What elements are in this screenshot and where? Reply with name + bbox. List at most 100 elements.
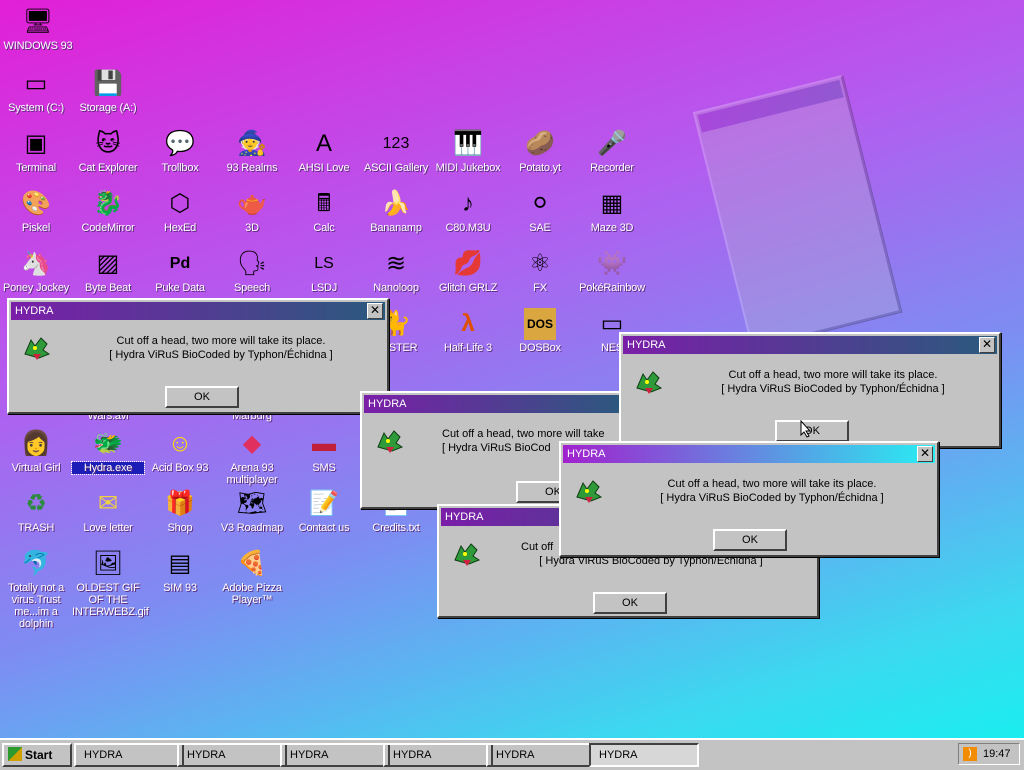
desktop-icon-nanoloop[interactable]: ≋ Nanoloop (360, 248, 432, 294)
taskbar-item-hydra[interactable]: HYDRA (74, 743, 184, 767)
desktop-icon-3d[interactable]: 🫖 3D (216, 188, 288, 234)
desktop-icon-arena-93[interactable]: ◆ Arena 93 multiplayer (216, 428, 288, 486)
desktop-icon-acid-box-93[interactable]: ☺ Acid Box 93 (144, 428, 216, 474)
icon-label: Nanoloop (373, 282, 419, 294)
smiley-icon: ☺ (167, 430, 193, 457)
taskbar-item-hydra[interactable]: HYDRA (177, 743, 287, 767)
desktop-icon-oldest-gif[interactable]: 🖼 OLDEST GIF OF THE INTERWEBZ.gif (72, 548, 149, 618)
ok-button[interactable]: OK (775, 420, 849, 442)
ghost-titlebar (697, 79, 844, 133)
computer-icon: 🖥 (22, 8, 54, 35)
icon-label: C80.M3U (445, 222, 491, 234)
hydra-dialog-4[interactable]: HYDRA ✕ Cut off a head, two more will tak… (559, 441, 939, 557)
desktop-icon-recorder[interactable]: 🎤 Recorder (576, 128, 648, 174)
desktop-icon-dosbox[interactable]: DOS DOSBox (504, 308, 576, 354)
desktop-icon-pokerainbow[interactable]: 👾 PokéRainbow (576, 248, 648, 294)
icon-label: Adobe Pizza Player™ (222, 582, 282, 606)
desktop-icon-byte-beat[interactable]: ▨ Byte Beat (72, 248, 144, 294)
desktop-icon-adobe-pizza[interactable]: 🍕 Adobe Pizza Player™ (216, 548, 288, 606)
desktop-icon-ascii-gallery[interactable]: 123 ASCII Gallery (360, 128, 432, 174)
desktop-icon-dolphin[interactable]: 🐬 Totally not a virus.Trust me...im a dol… (0, 548, 72, 630)
message-line-1: Cut off a head, two more will take its p… (667, 478, 877, 490)
desktop-icon-contact-us[interactable]: 📝 Contact us (288, 488, 360, 534)
icon-label: Trollbox (161, 162, 199, 174)
desktop-icon-cat-explorer[interactable]: 🐱 Cat Explorer (72, 128, 144, 174)
banana-icon: 🍌 (381, 190, 411, 217)
hydra-dialog-1[interactable]: HYDRA ✕ Cut off a head, two more will tak… (7, 298, 389, 414)
icon-label: MIDI Jukebox (435, 162, 501, 174)
microphone-icon: 🎤 (597, 130, 627, 157)
dialog-titlebar[interactable]: HYDRA ✕ (623, 336, 997, 354)
desktop-icon-storage-a[interactable]: 💾 Storage (A:) (72, 68, 144, 114)
desktop-icon-potato-yt[interactable]: 🥔 Potato.yt (504, 128, 576, 174)
icon-label: Cat Explorer (78, 162, 138, 174)
desktop-icon-codemirror[interactable]: 🐉 CodeMirror (72, 188, 144, 234)
desktop-icon-puke-data[interactable]: Pd Puke Data (144, 248, 216, 294)
pony-icon: 🦄 (21, 250, 51, 277)
desktop-icon-93-realms[interactable]: 🧙 93 Realms (216, 128, 288, 174)
start-button[interactable]: Start (2, 743, 72, 767)
dialog-title: HYDRA (627, 339, 666, 351)
desktop-icon-shop[interactable]: 🎁 Shop (144, 488, 216, 534)
desktop-icon-maze-3d[interactable]: ▦ Maze 3D (576, 188, 648, 234)
desktop-icon-ahsi-love[interactable]: A AHSI Love (288, 128, 360, 174)
desktop-icon-v3-roadmap[interactable]: 🗺 V3 Roadmap (216, 488, 288, 534)
rss-icon[interactable]: ) (963, 747, 977, 761)
ok-button[interactable]: OK (713, 529, 787, 551)
envelope-icon: ✉ (97, 490, 119, 517)
teapot-icon: 🫖 (237, 190, 267, 217)
desktop-icon-fx[interactable]: ⚛ FX (504, 248, 576, 294)
ok-button[interactable]: OK (165, 386, 239, 408)
desktop-icon-system-c[interactable]: ▭ System (C:) (0, 68, 72, 114)
icon-label: WINDOWS 93 (3, 40, 73, 52)
desktop-icon-sae[interactable]: ⚪ SAE (504, 188, 576, 234)
map-icon: 🗺 (236, 490, 268, 517)
desktop-icon-glitch-grlz[interactable]: 💋 Glitch GRLZ (432, 248, 504, 294)
dialog-titlebar[interactable]: HYDRA ✕ (563, 445, 935, 463)
desktop-icon-hydra-exe[interactable]: 🐲 Hydra.exe (71, 428, 145, 475)
hydra-dragon-icon (377, 430, 404, 453)
ok-button[interactable]: OK (593, 592, 667, 614)
music-file-icon: ♪ (462, 190, 474, 217)
system-tray: ) 19:47 (958, 743, 1020, 765)
close-icon[interactable]: ✕ (917, 446, 933, 462)
desktop-icon-terminal[interactable]: ▣ Terminal (0, 128, 72, 174)
desktop-icon-poney-jockey[interactable]: 🦄 Poney Jockey (0, 248, 72, 294)
taskbar-item-hydra[interactable]: HYDRA (486, 743, 596, 767)
close-icon[interactable]: ✕ (367, 303, 383, 319)
message-line-2: [ Hydra ViRuS BioCoded by Typhon/Échidna… (109, 349, 333, 361)
dialog-titlebar[interactable]: HYDRA ✕ (11, 302, 385, 320)
atom-icon: ⚛ (529, 250, 551, 277)
desktop-icon-calc[interactable]: 🖩 Calc (288, 188, 360, 234)
desktop-icon-sim-93[interactable]: ▤ SIM 93 (144, 548, 216, 594)
desktop-icon-trollbox[interactable]: 💬 Trollbox (144, 128, 216, 174)
icon-label: FX (533, 282, 547, 294)
taskbar-item-hydra-active[interactable]: HYDRA (589, 743, 699, 767)
taskbar-item-hydra[interactable]: HYDRA (280, 743, 390, 767)
dialog-titlebar[interactable]: HYDRA (364, 395, 628, 413)
desktop-icon-hexed[interactable]: ⬡ HexEd (144, 188, 216, 234)
desktop-icon-piskel[interactable]: 🎨 Piskel (0, 188, 72, 234)
desktop-icon-love-letter[interactable]: ✉ Love letter (72, 488, 144, 534)
dialog-title: HYDRA (368, 398, 407, 410)
desktop-icon-trash[interactable]: ♻ TRASH (0, 488, 72, 534)
wizard-icon: 🧙 (237, 130, 267, 157)
palette-icon: 🎨 (21, 190, 51, 217)
close-icon[interactable]: ✕ (979, 337, 995, 353)
recycle-bin-icon: ♻ (25, 490, 47, 517)
desktop-icon-midi-jukebox[interactable]: 🎹 MIDI Jukebox (432, 128, 504, 174)
clock: 19:47 (983, 748, 1011, 760)
desktop-icon-bananamp[interactable]: 🍌 Bananamp (360, 188, 432, 234)
desktop-icon-sms[interactable]: ▬ SMS (288, 428, 360, 474)
desktop-icon-lsdj[interactable]: LS LSDJ (288, 248, 360, 294)
desktop-icon-virtual-girl[interactable]: 👩 Virtual Girl (0, 428, 72, 474)
desktop-icon-half-life-3[interactable]: λ Half-Life 3 (432, 308, 504, 354)
desktop-icon-c80-m3u[interactable]: ♪ C80.M3U (432, 188, 504, 234)
dialog-message: Cut off a head, two more will take its p… (671, 368, 995, 396)
hydra-dragon-icon (576, 480, 603, 503)
desktop-icon-speech[interactable]: 🗣 Speech (216, 248, 288, 294)
icon-label: Glitch GRLZ (438, 282, 498, 294)
icon-label: DOSBox (519, 342, 561, 354)
desktop-icon-windows93[interactable]: 🖥 WINDOWS 93 (2, 6, 74, 52)
taskbar-item-hydra[interactable]: HYDRA (383, 743, 493, 767)
